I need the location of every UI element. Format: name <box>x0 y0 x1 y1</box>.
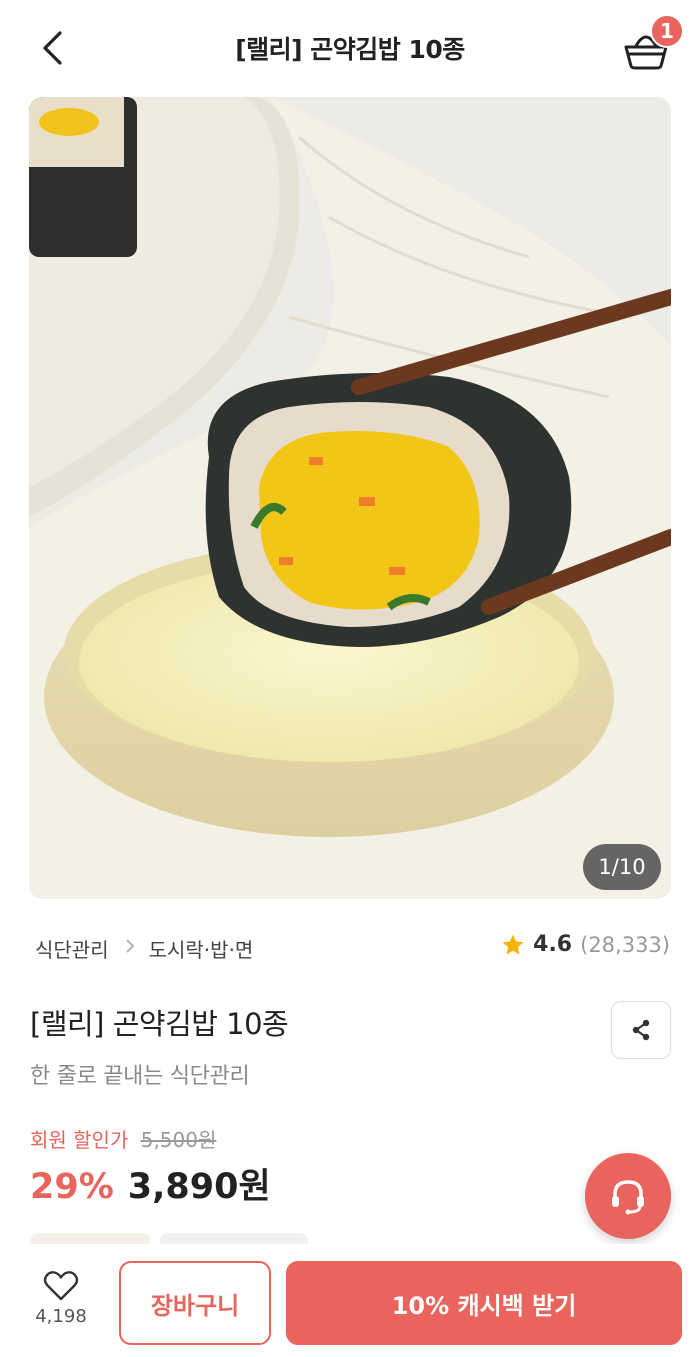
member-price-label: 회원 할인가 5,500원 <box>30 1124 216 1153</box>
breadcrumb-category[interactable]: 식단관리 <box>35 934 109 963</box>
rating-score: 4.6 <box>533 932 573 957</box>
heart-icon <box>43 1271 79 1301</box>
review-count: (28,333) <box>580 932 670 957</box>
star-icon <box>502 934 524 955</box>
customer-support-button[interactable] <box>585 1153 671 1239</box>
share-icon <box>632 1019 650 1041</box>
app-header: [랠리] 곤약김밥 10종 1 <box>0 0 700 96</box>
cart-count-badge: 1 <box>650 14 684 48</box>
wishlist-count: 4,198 <box>35 1306 87 1327</box>
page-title: [랠리] 곤약김밥 10종 <box>235 35 465 64</box>
product-subtitle: 한 줄로 끝내는 식단관리 <box>30 1064 250 1089</box>
breadcrumb: 식단관리 도시락·밥·면 <box>35 934 253 963</box>
discount-rate: 29% <box>30 1167 114 1207</box>
add-to-cart-button[interactable]: 장바구니 <box>119 1261 271 1345</box>
price-row: 29% 3,890원 <box>30 1158 271 1209</box>
wishlist-button[interactable]: 4,198 <box>30 1270 92 1342</box>
product-rating[interactable]: 4.6 (28,333) <box>501 932 670 957</box>
share-button[interactable] <box>611 1001 671 1059</box>
product-image[interactable] <box>29 97 671 899</box>
chevron-right-icon <box>125 938 135 959</box>
cashback-button[interactable]: 10% 캐시백 받기 <box>286 1261 682 1345</box>
final-price: 3,890원 <box>127 1167 271 1207</box>
member-discount-label: 회원 할인가 <box>30 1128 129 1152</box>
original-price: 5,500원 <box>140 1128 217 1152</box>
product-name: [랠리] 곤약김밥 10종 <box>30 1007 289 1041</box>
headset-icon <box>612 1180 644 1215</box>
bottom-action-bar: 4,198 장바구니 10% 캐시백 받기 <box>0 1244 700 1357</box>
kimbap-photo <box>29 97 671 899</box>
image-page-indicator: 1/10 <box>583 844 661 890</box>
breadcrumb-subcategory[interactable]: 도시락·밥·면 <box>149 934 254 963</box>
